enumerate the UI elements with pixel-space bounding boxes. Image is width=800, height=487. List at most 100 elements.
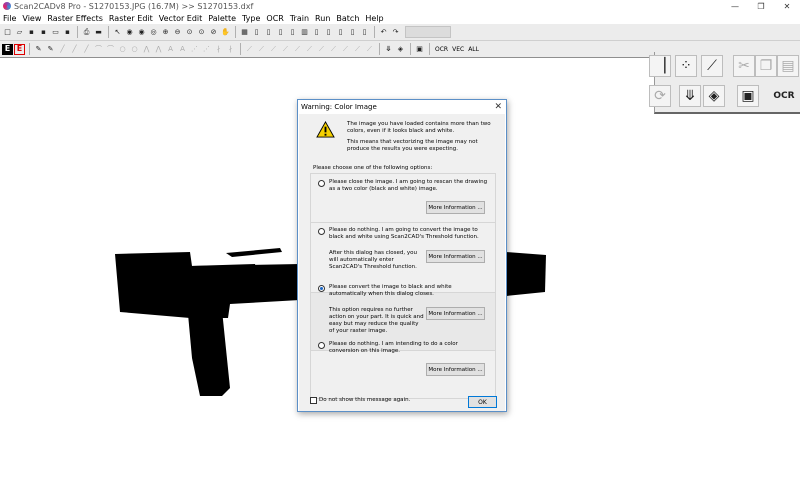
vector-tool-icon[interactable]: ⟋ (304, 44, 315, 55)
more-info-button[interactable]: More Information ... (426, 363, 485, 376)
menu-raster-edit[interactable]: Raster Edit (106, 14, 156, 23)
vector-tool-icon[interactable]: ⟋ (244, 44, 255, 55)
option-convert-radio[interactable] (318, 285, 325, 292)
vector-tool-icon[interactable]: ⟋ (340, 44, 351, 55)
eyedropper-icon[interactable]: ⤋ (679, 85, 701, 107)
vector-tool-icon[interactable]: ⟋ (328, 44, 339, 55)
undo-icon[interactable]: ↶ (378, 27, 389, 38)
vector-tool-icon[interactable]: ⟋ (292, 44, 303, 55)
save-vector-icon[interactable]: ▪ (62, 27, 73, 38)
line-tool-icon[interactable]: ╱ (81, 44, 92, 55)
vector-tool-icon[interactable]: ⟋ (280, 44, 291, 55)
cut-icon[interactable]: ✂ (733, 55, 755, 77)
ok-button[interactable]: OK (468, 396, 497, 408)
vector-tool-icon[interactable]: ⟋ (364, 44, 375, 55)
fill-bucket-icon[interactable]: ◈ (395, 44, 406, 55)
rotate-icon[interactable]: ⟳ (649, 85, 671, 107)
zoom-previous-icon[interactable]: ⊘ (208, 27, 219, 38)
trim-tool-icon[interactable]: ∤ (213, 44, 224, 55)
more-info-button[interactable]: More Information ... (426, 307, 485, 320)
layer-icon[interactable]: ▯ (323, 27, 334, 38)
vector-tool-icon[interactable]: ⟋ (268, 44, 279, 55)
redo-icon[interactable]: ↷ (390, 27, 401, 38)
menu-run[interactable]: Run (312, 14, 333, 23)
maximize-button[interactable]: ❐ (748, 0, 774, 12)
dots-tool-icon[interactable]: ⁘ (675, 55, 697, 77)
edit-raster-e-icon[interactable]: E (2, 43, 13, 55)
open-file-icon[interactable]: ▱ (14, 27, 25, 38)
polyline-tool-icon[interactable]: ⋀ (141, 44, 152, 55)
vec-toggle-button[interactable]: VEC (452, 46, 464, 53)
text-tool-icon[interactable]: A (165, 44, 176, 55)
edit-vector-e-icon[interactable]: E (14, 43, 25, 55)
zoom-in-icon[interactable]: ⊕ (160, 27, 171, 38)
menu-batch[interactable]: Batch (333, 14, 362, 23)
diagonal-line-icon[interactable]: ⟋ (701, 55, 723, 77)
arc-tool-icon[interactable]: ⌒ (93, 44, 104, 55)
view-vector-icon[interactable]: ◉ (136, 27, 147, 38)
layer-icon[interactable]: ▯ (263, 27, 274, 38)
layer-icon[interactable]: ▯ (287, 27, 298, 38)
view-both-icon[interactable]: ◎ (148, 27, 159, 38)
layer-icon[interactable]: ▥ (299, 27, 310, 38)
convert-icon[interactable]: ▣ (414, 44, 425, 55)
open-raster-icon[interactable]: ▭ (50, 27, 61, 38)
menu-file[interactable]: File (0, 14, 19, 23)
view-raster-icon[interactable]: ◉ (124, 27, 135, 38)
pan-hand-icon[interactable]: ✋ (220, 27, 231, 38)
scan-icon[interactable]: ▬ (93, 27, 104, 38)
ocr-palette-button[interactable]: OCR (769, 85, 799, 107)
trim-tool-icon[interactable]: ∤ (225, 44, 236, 55)
eyedropper-icon[interactable]: ⤋ (383, 44, 394, 55)
dialog-close-button[interactable]: ✕ (494, 100, 502, 114)
circle-tool-icon[interactable]: ○ (129, 44, 140, 55)
vector-tool-icon[interactable]: ⟋ (352, 44, 363, 55)
convert-icon[interactable]: ▣ (737, 85, 759, 107)
menu-palette[interactable]: Palette (205, 14, 239, 23)
print-icon[interactable]: ⎙ (81, 27, 92, 38)
layer-icon[interactable]: ▯ (311, 27, 322, 38)
line-tool-icon[interactable]: ╱ (69, 44, 80, 55)
copy-icon[interactable]: ❐ (755, 55, 777, 77)
save-as-icon[interactable]: ▪ (38, 27, 49, 38)
layer-icon[interactable]: ▯ (347, 27, 358, 38)
vector-tool-icon[interactable]: ⟋ (316, 44, 327, 55)
fill-bucket-icon[interactable]: ◈ (703, 85, 725, 107)
paste-icon[interactable]: ▤ (777, 55, 799, 77)
new-file-icon[interactable]: □ (2, 27, 13, 38)
hatch-tool-icon[interactable]: ⋰ (189, 44, 200, 55)
option-color-conversion-radio[interactable] (318, 342, 325, 349)
layer-icon[interactable]: ▯ (335, 27, 346, 38)
dont-show-again-checkbox[interactable] (310, 397, 317, 404)
grid-icon[interactable]: ▦ (239, 27, 250, 38)
minimize-button[interactable]: — (722, 0, 748, 12)
menu-view[interactable]: View (19, 14, 44, 23)
vector-tool-icon[interactable]: ⟋ (256, 44, 267, 55)
layer-icon[interactable]: ▯ (251, 27, 262, 38)
ocr-toggle-button[interactable]: OCR (435, 46, 448, 53)
layer-icon[interactable]: ▯ (359, 27, 370, 38)
more-info-button[interactable]: More Information ... (426, 201, 485, 214)
pencil-icon[interactable]: ✎ (45, 44, 56, 55)
circle-tool-icon[interactable]: ○ (117, 44, 128, 55)
menu-train[interactable]: Train (287, 14, 312, 23)
close-window-button[interactable]: ✕ (774, 0, 800, 12)
zoom-window-icon[interactable]: ⊙ (184, 27, 195, 38)
zoom-out-icon[interactable]: ⊖ (172, 27, 183, 38)
pencil-icon[interactable]: ✎ (33, 44, 44, 55)
arc-tool-icon[interactable]: ⌒ (105, 44, 116, 55)
option-threshold-radio[interactable] (318, 228, 325, 235)
menu-raster-effects[interactable]: Raster Effects (44, 14, 106, 23)
select-arrow-icon[interactable]: ↖ (112, 27, 123, 38)
option-rescan-radio[interactable] (318, 180, 325, 187)
polyline-tool-icon[interactable]: ⋀ (153, 44, 164, 55)
corner-tool-icon[interactable]: ▕ (649, 55, 671, 77)
menu-vector-edit[interactable]: Vector Edit (156, 14, 206, 23)
more-info-button[interactable]: More Information ... (426, 250, 485, 263)
text-tool-icon[interactable]: A (177, 44, 188, 55)
all-toggle-button[interactable]: ALL (468, 46, 479, 53)
zoom-extents-icon[interactable]: ⊙ (196, 27, 207, 38)
layer-icon[interactable]: ▯ (275, 27, 286, 38)
menu-help[interactable]: Help (362, 14, 386, 23)
menu-ocr[interactable]: OCR (263, 14, 286, 23)
